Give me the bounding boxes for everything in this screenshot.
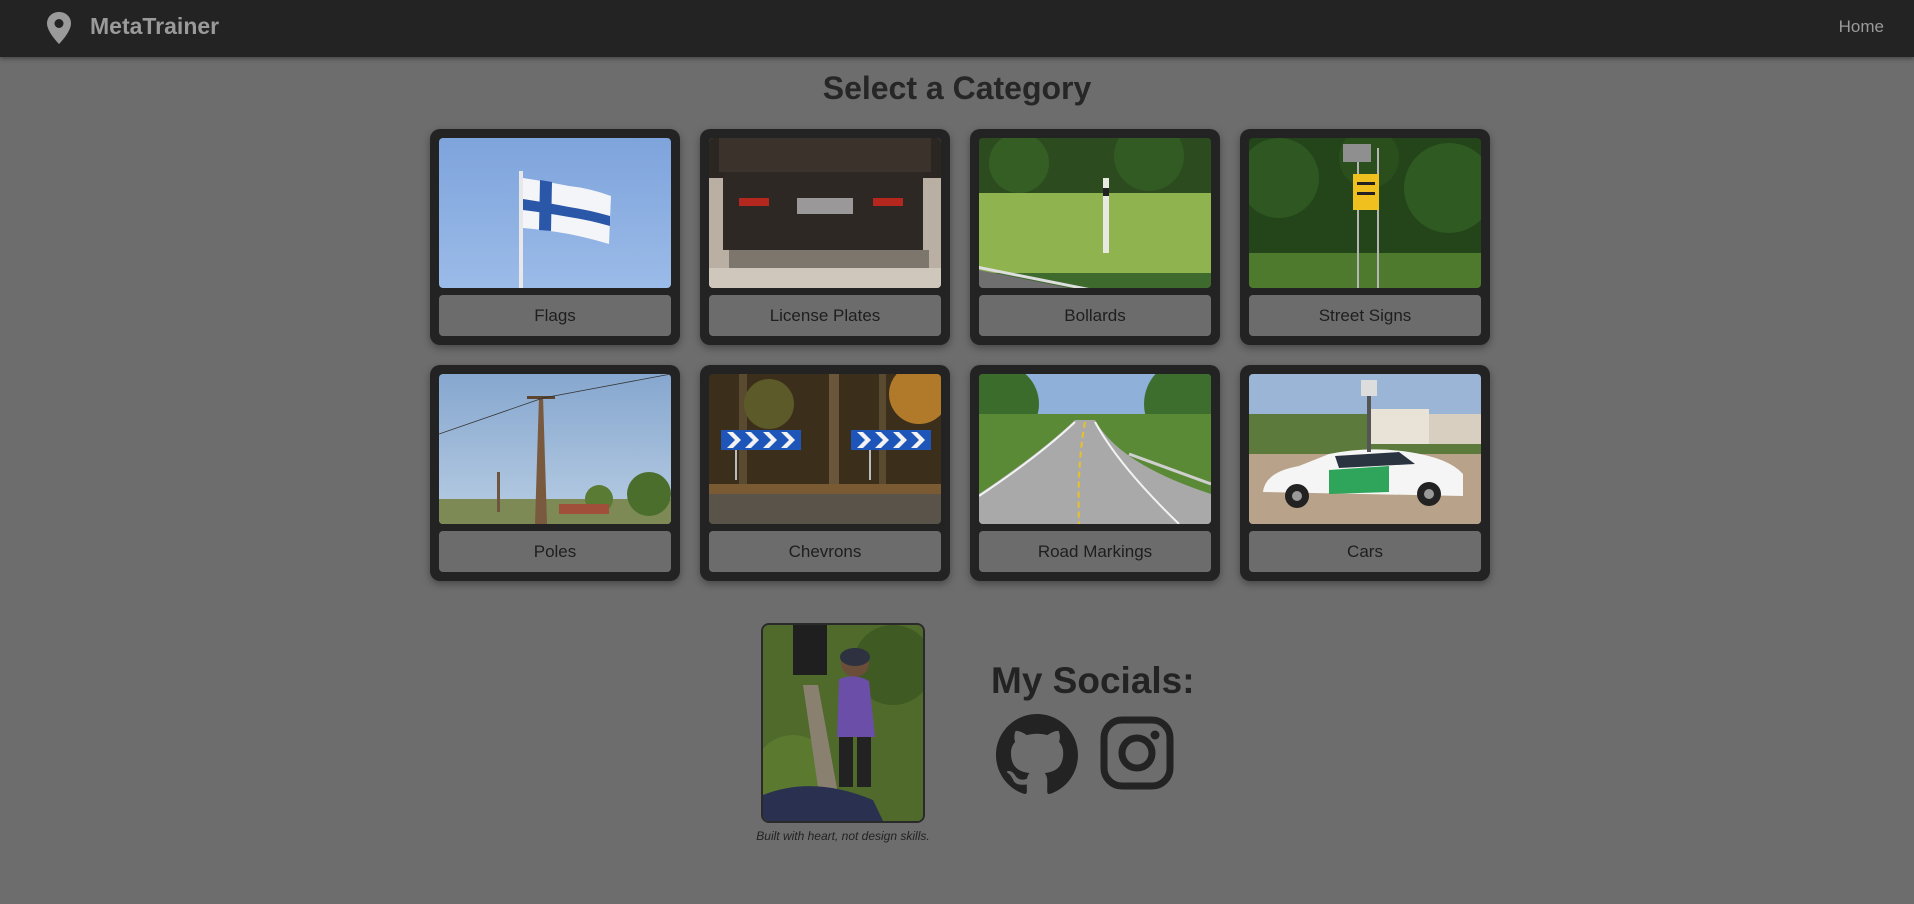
road-markings-photo[interactable] [979, 374, 1211, 524]
category-card-license-plates[interactable]: License Plates [700, 129, 950, 345]
category-label: Cars [1249, 531, 1481, 572]
navbar: MetaTrainer Home [0, 0, 1914, 57]
category-label: Bollards [979, 295, 1211, 336]
category-card-chevrons[interactable]: Chevrons [700, 365, 950, 581]
instagram-icon[interactable] [1100, 716, 1174, 790]
category-card-street-signs[interactable]: Street Signs [1240, 129, 1490, 345]
truck-license-plate-photo[interactable] [709, 138, 941, 288]
chevron-signs-photo[interactable] [709, 374, 941, 524]
category-label: License Plates [709, 295, 941, 336]
category-grid: Flags License Plates Bollards Street Sig… [430, 129, 1490, 581]
street-sign-photo[interactable] [1249, 138, 1481, 288]
nav-link-home[interactable]: Home [1839, 17, 1884, 37]
avatar [761, 623, 925, 823]
category-card-flags[interactable]: Flags [430, 129, 680, 345]
category-label: Road Markings [979, 531, 1211, 572]
github-icon[interactable] [996, 714, 1078, 796]
location-pin-icon[interactable] [46, 11, 72, 45]
category-card-poles[interactable]: Poles [430, 365, 680, 581]
category-card-road-markings[interactable]: Road Markings [970, 365, 1220, 581]
brand-name[interactable]: MetaTrainer [90, 13, 219, 40]
category-label: Street Signs [1249, 295, 1481, 336]
category-label: Flags [439, 295, 671, 336]
roadside-bollard-photo[interactable] [979, 138, 1211, 288]
category-label: Chevrons [709, 531, 941, 572]
utility-pole-photo[interactable] [439, 374, 671, 524]
category-card-cars[interactable]: Cars [1240, 365, 1490, 581]
socials-title: My Socials: [991, 660, 1195, 701]
category-label: Poles [439, 531, 671, 572]
page-title: Select a Category [822, 70, 1092, 106]
street-view-car-photo[interactable] [1249, 374, 1481, 524]
finnish-flag-photo[interactable] [439, 138, 671, 288]
category-card-bollards[interactable]: Bollards [970, 129, 1220, 345]
footer-tagline: Built with heart, not design skills. [756, 829, 930, 843]
